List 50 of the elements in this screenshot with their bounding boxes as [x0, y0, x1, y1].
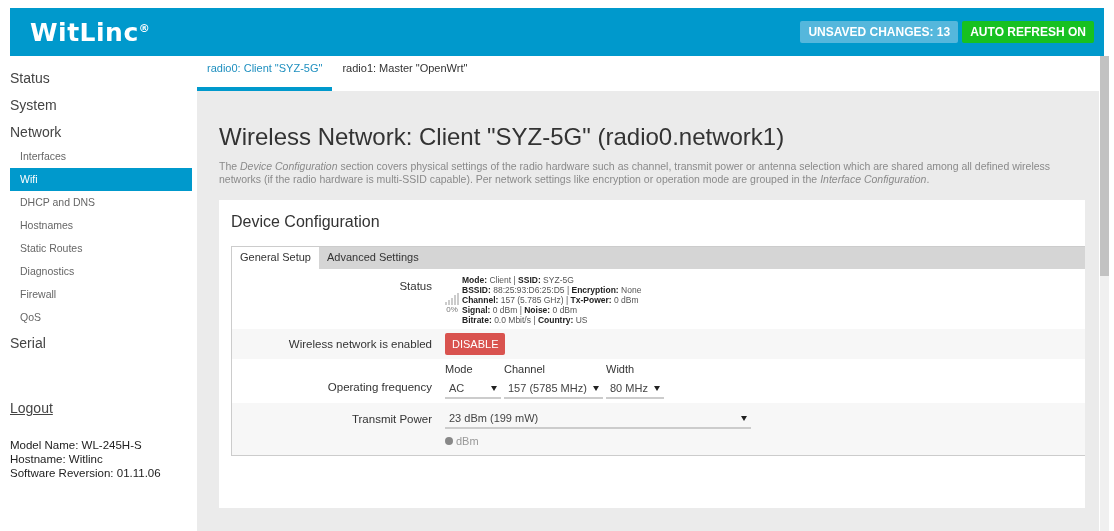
- signal-icon: [445, 292, 459, 305]
- device-info-text: Software Reversion: 01.11.06: [10, 466, 162, 480]
- select-field[interactable]: 157 (5785 MHz): [504, 379, 603, 399]
- select-caption: Channel: [504, 363, 546, 375]
- status-line: Channel: 157 (5.785 GHz) | Tx-Power: 0 dBm: [462, 295, 640, 305]
- caret-icon: [741, 415, 747, 421]
- caret-icon: [593, 385, 599, 391]
- status-line: Signal: 0 dBm | Noise: 0 dBm: [462, 305, 579, 315]
- field-label: Operating frequency: [326, 381, 433, 395]
- hint-text: dBm: [456, 435, 479, 447]
- status-line: Bitrate: 0.0 Mbit/s | Country: US: [462, 315, 589, 325]
- caret-icon: [491, 385, 497, 391]
- scrollbar[interactable]: [1100, 56, 1109, 531]
- sidebar-item[interactable]: System: [10, 91, 192, 118]
- select-caption: Mode: [445, 363, 474, 375]
- logout-link[interactable]: Logout: [10, 400, 53, 416]
- sidebar-subitem[interactable]: DHCP and DNS: [10, 191, 192, 214]
- field-label: Wireless network is enabled: [287, 338, 433, 350]
- sidebar-subitem[interactable]: Firewall: [10, 283, 192, 306]
- signal-percent: 0%: [446, 304, 458, 314]
- sidebar-subitem[interactable]: Static Routes: [10, 237, 192, 260]
- sidebar-item[interactable]: Network: [10, 118, 192, 145]
- help-icon: [445, 437, 453, 445]
- device-info-text: Hostname: Witlinc: [10, 452, 104, 466]
- settings-tab[interactable]: General Setup: [232, 247, 319, 269]
- sidebar-item[interactable]: Serial: [10, 329, 192, 356]
- sidebar-subitem[interactable]: QoS: [10, 306, 192, 329]
- select-field[interactable]: 23 dBm (199 mW): [445, 409, 751, 429]
- disable-button[interactable]: DISABLE: [445, 333, 506, 355]
- sidebar-item[interactable]: Status: [10, 64, 192, 91]
- radio-tab[interactable]: radio0: Client "SYZ-5G": [197, 56, 333, 91]
- field-label: Transmit Power: [350, 412, 433, 425]
- card-title: Device Configuration: [231, 213, 381, 231]
- select-field[interactable]: 80 MHz: [606, 379, 664, 399]
- select-field[interactable]: AC: [445, 379, 501, 399]
- select-caption: Width: [606, 363, 636, 375]
- settings-tab[interactable]: Advanced Settings: [318, 247, 427, 269]
- page-title: Wireless Network: Client "SYZ-5G" (radio0.network1): [219, 123, 786, 151]
- scrollbar-thumb[interactable]: [1100, 56, 1109, 276]
- radio-tab[interactable]: radio1: Master "OpenWrt": [332, 56, 478, 91]
- sidebar-subitem[interactable]: Diagnostics: [10, 260, 192, 283]
- device-info-text: Model Name: WL-245H-S: [10, 438, 143, 452]
- sidebar-subitem[interactable]: Hostnames: [10, 214, 192, 237]
- field-label: Status: [398, 279, 433, 292]
- status-line: Mode: Client | SSID: SYZ-5G: [462, 275, 575, 285]
- status-line: BSSID: 88:25:93:D6:25:D5 | Encryption: None: [462, 285, 642, 295]
- caret-icon: [654, 385, 660, 391]
- description-text: The Device Configuration section covers physical settings of the radio hardware such as channel, transmit power or antenna selection which are shared among all defined wireless networks (if the radio hardware is multi-SSID capable). Per network settings like encryption or operation mode are grouped in the Interface Configuration.: [219, 160, 1052, 186]
- sidebar-subitem[interactable]: Interfaces: [10, 145, 192, 168]
- logo: WitLinc$^{®}$: [30, 17, 151, 47]
